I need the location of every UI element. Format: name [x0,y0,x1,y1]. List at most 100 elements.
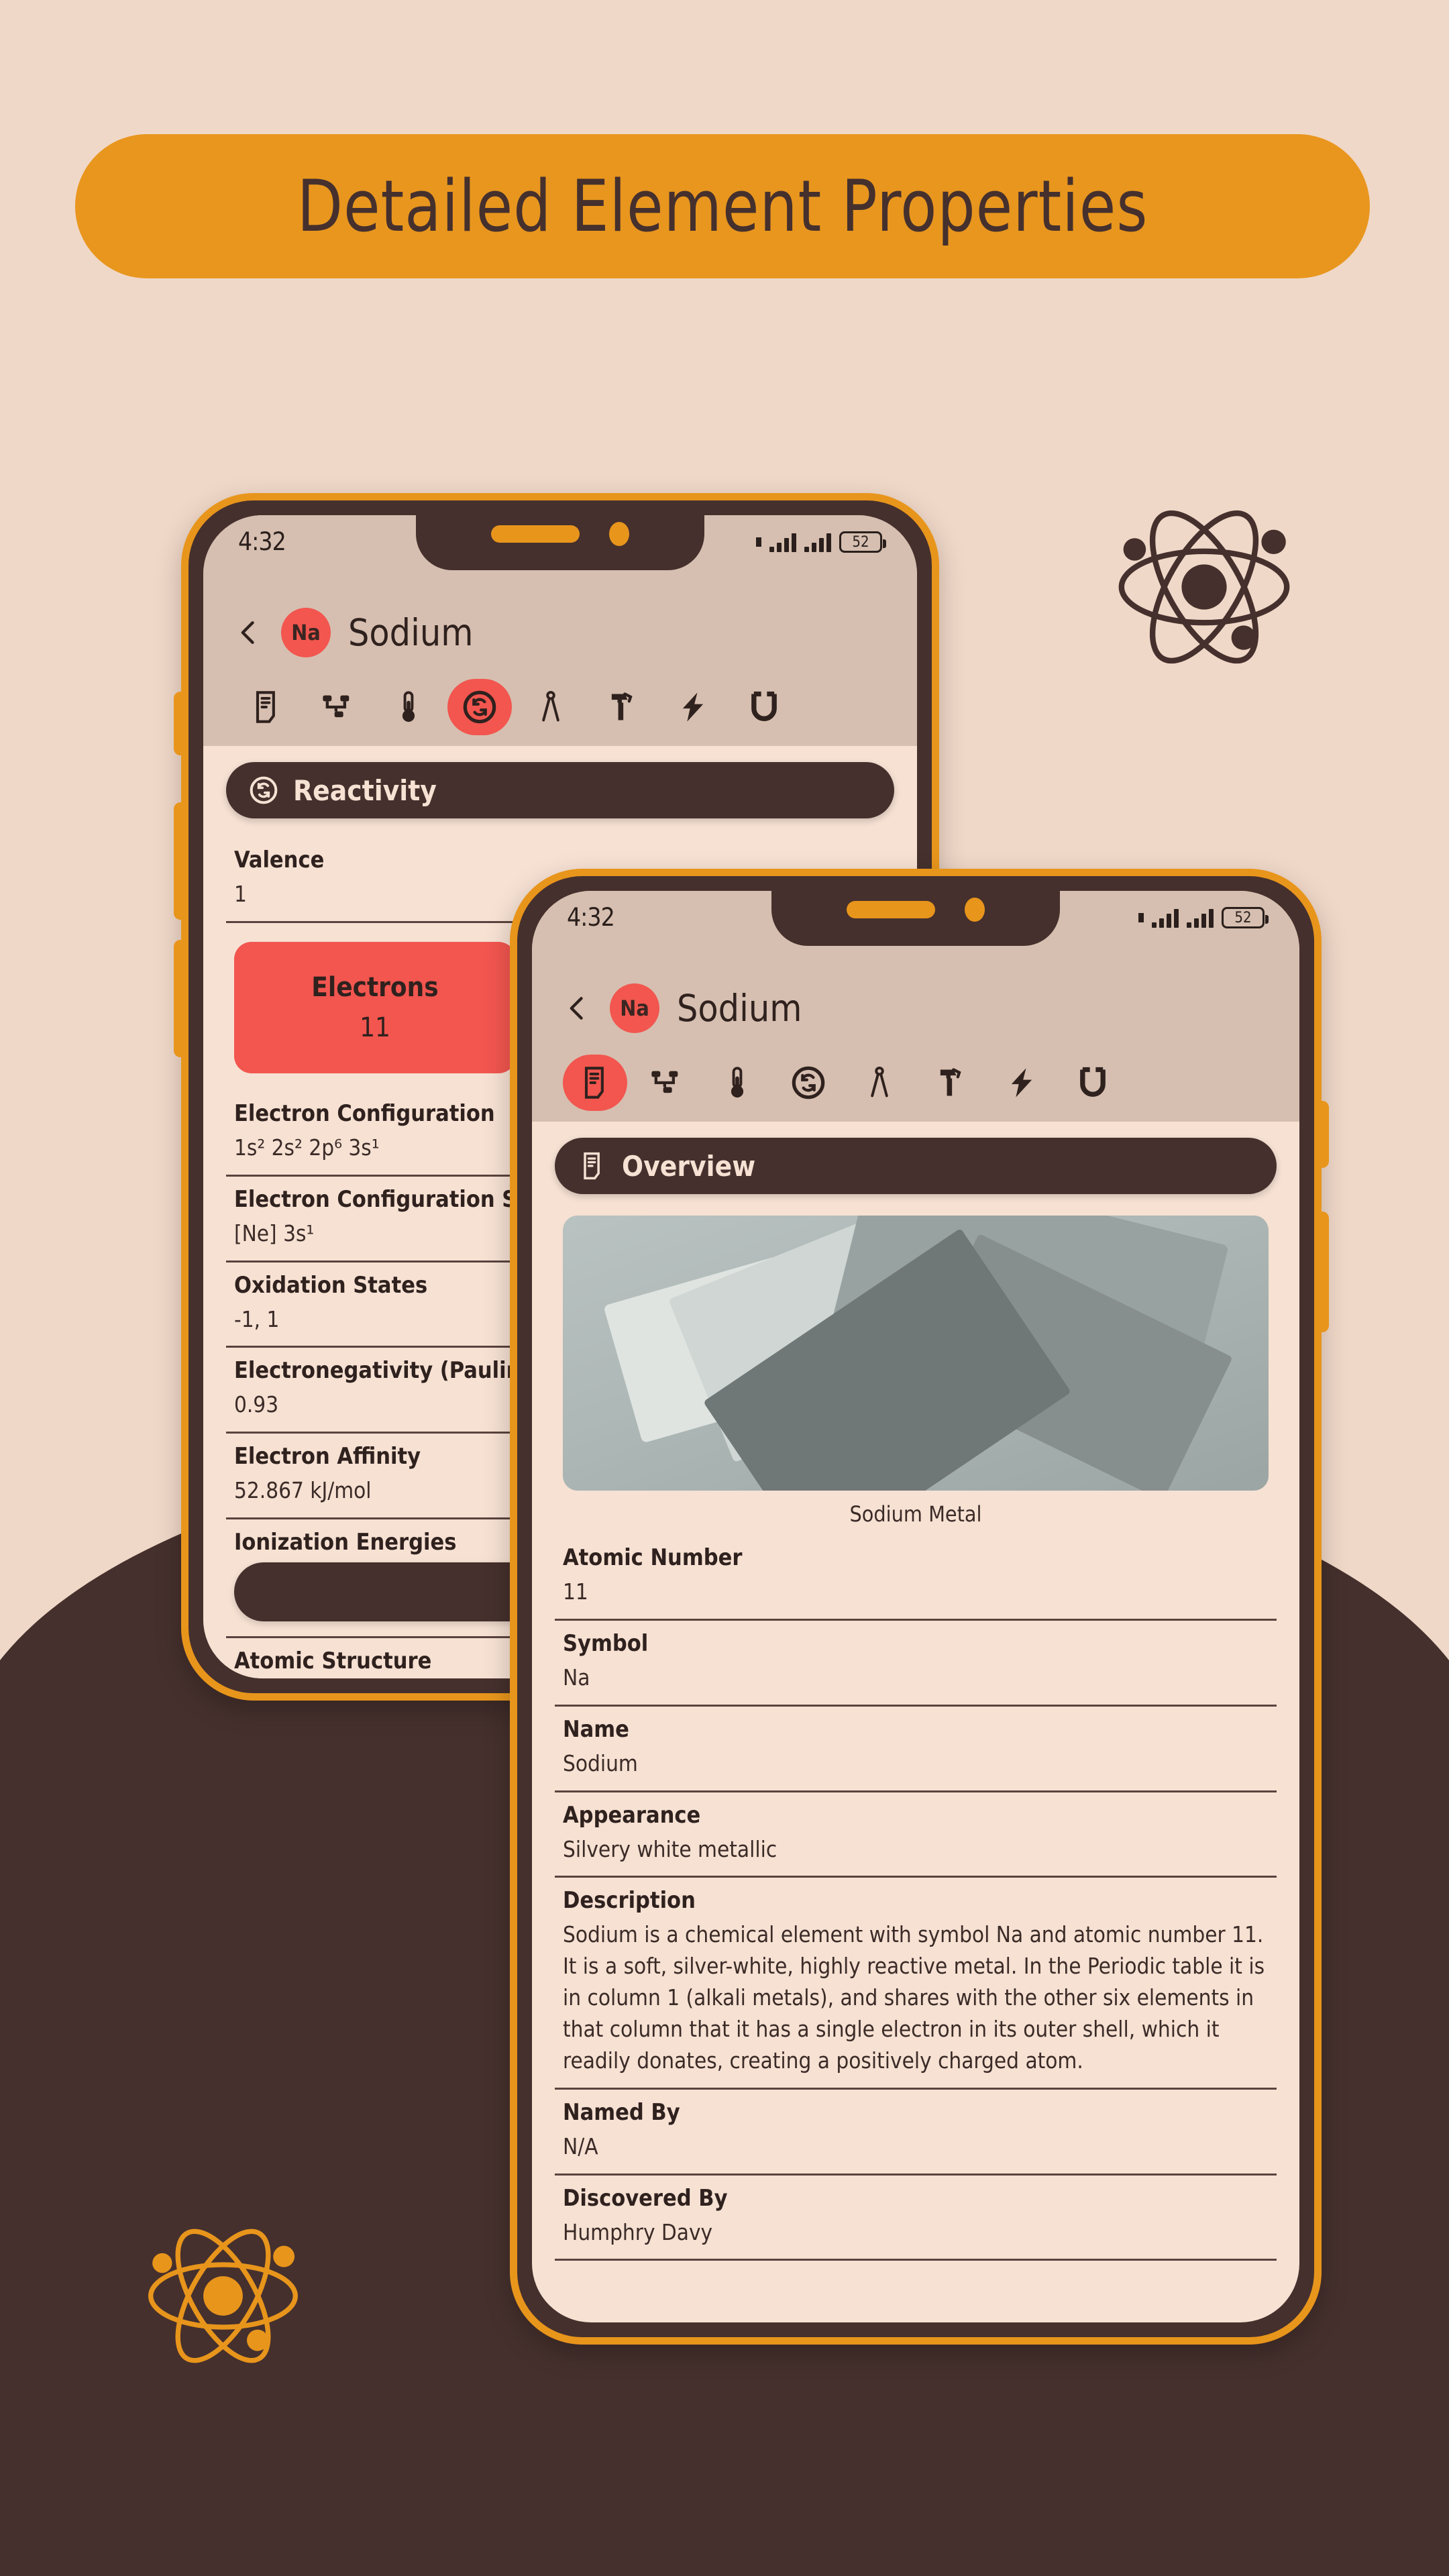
element-photo [563,1216,1269,1491]
property-label: Description [563,1887,696,1915]
tab-lightning[interactable] [661,679,725,735]
tab-atomic-structure[interactable] [305,679,370,735]
property-label: Symbol [563,1629,649,1657]
element-symbol-badge: Na [281,608,331,657]
data-icon [756,537,761,547]
section-header-overview: Overview [555,1138,1277,1194]
overview-icon [584,1152,600,1180]
title-row: Na Sodium [563,969,1269,1048]
tab-overview[interactable] [563,1055,627,1111]
stat-card-title: Electrons [311,971,439,1003]
front-camera [965,898,985,922]
property-row-description: Description Sodium is a chemical element… [555,1878,1277,2090]
compass-icon [871,1066,888,1097]
phone-front-volume-button[interactable] [1314,1212,1329,1332]
front-camera [609,522,629,546]
tab-compass[interactable] [847,1055,912,1111]
title-row: Na Sodium [234,593,886,672]
phone-back-volume-down[interactable] [174,940,189,1057]
status-clock: 4:32 [238,527,286,556]
compass-icon [542,690,559,722]
phone-front-power-button[interactable] [1314,1101,1329,1168]
property-row: Discovered By Humphry Davy [555,2176,1277,2261]
photo-caption: Sodium Metal [849,1501,982,1527]
atomic-structure-icon [323,695,350,718]
overview-icon [584,1067,604,1099]
back-chevron-icon[interactable] [234,618,264,647]
reactivity-icon [250,776,278,804]
stat-card-value: 11 [360,1012,390,1043]
app-header-back: Na Sodium [203,581,917,746]
property-row: Appearance Silvery white metallic [555,1792,1277,1878]
element-name: Sodium [348,611,474,654]
element-name: Sodium [677,987,802,1030]
property-value: Sodium [563,1750,638,1776]
tab-compass[interactable] [519,679,583,735]
stat-card-electrons: Electrons 11 [234,941,516,1073]
battery-level: 52 [1234,909,1252,926]
signal-icon-1 [1152,908,1179,928]
element-symbol-badge: Na [610,983,659,1033]
property-row: Name Sodium [555,1707,1277,1792]
hammer-icon [940,1068,961,1096]
tab-thermometer[interactable] [705,1055,769,1111]
thermometer-icon [731,1067,744,1098]
tab-reactivity[interactable] [447,679,512,735]
tab-atomic-structure[interactable] [634,1055,698,1111]
section-header-reactivity: Reactivity [226,762,894,818]
section-title: Overview [622,1149,756,1183]
notch [416,515,704,570]
property-value: Humphry Davy [563,2218,713,2245]
notch [771,891,1060,946]
phone-back-silent-switch[interactable] [174,692,189,755]
phone-back-volume-up[interactable] [174,802,189,920]
property-value: Sodium is a chemical element with symbol… [563,1921,1265,2074]
magnet-icon [1080,1067,1106,1097]
phone-front-screen: 4:32 52 Na Sodium Overview Sodium Metal … [532,891,1299,2322]
poster-canvas: Detailed Element Properties 4:32 52 Na S… [0,0,1449,2576]
reactivity-icon [792,1066,825,1099]
property-row: Atomic Number 11 [555,1535,1277,1621]
tab-hammer[interactable] [590,679,654,735]
content-front: Overview Sodium Metal Atomic Number 11 S… [532,1122,1299,2261]
speaker-grille [491,525,580,543]
tab-overview[interactable] [234,679,299,735]
app-header-front: Na Sodium [532,957,1299,1122]
battery-icon: 52 [839,531,886,553]
status-clock: 4:32 [567,903,615,932]
tab-reactivity[interactable] [776,1055,841,1111]
speaker-grille [847,901,935,918]
property-value: 11 [563,1578,588,1605]
battery-icon: 52 [1222,907,1269,928]
status-indicators: 52 [756,527,886,557]
atom-decoration-orange [141,2214,305,2378]
property-value: N/A [563,2133,598,2159]
back-chevron-icon[interactable] [563,994,592,1023]
title-banner: Detailed Element Properties [75,134,1370,278]
tab-magnet[interactable] [732,679,796,735]
element-photo-wrap: Sodium Metal [555,1213,1277,1535]
tab-thermometer[interactable] [376,679,441,735]
status-bar: 4:32 52 [203,515,917,581]
property-row: Symbol Na [555,1621,1277,1707]
battery-level: 52 [852,533,869,551]
tab-hammer[interactable] [918,1055,983,1111]
property-value: Silvery white metallic [563,1835,777,1862]
section-title: Reactivity [293,773,437,807]
tab-bar-back[interactable] [234,672,886,746]
tab-lightning[interactable] [989,1055,1054,1111]
reactivity-icon [463,690,496,724]
status-indicators: 52 [1138,903,1269,932]
atom-icon [148,2229,298,2363]
atomic-structure-icon [651,1071,678,1093]
signal-icon-2 [1187,908,1214,928]
property-row: Named By N/A [555,2090,1277,2176]
property-label: Atomic Number [563,1544,743,1571]
page-title: Detailed Element Properties [297,165,1148,248]
tab-magnet[interactable] [1061,1055,1125,1111]
property-label: Appearance [563,1801,701,1829]
data-icon [1138,913,1144,922]
thermometer-icon [402,691,415,722]
tab-bar-front[interactable] [563,1048,1269,1122]
property-label: Named By [563,2098,680,2126]
